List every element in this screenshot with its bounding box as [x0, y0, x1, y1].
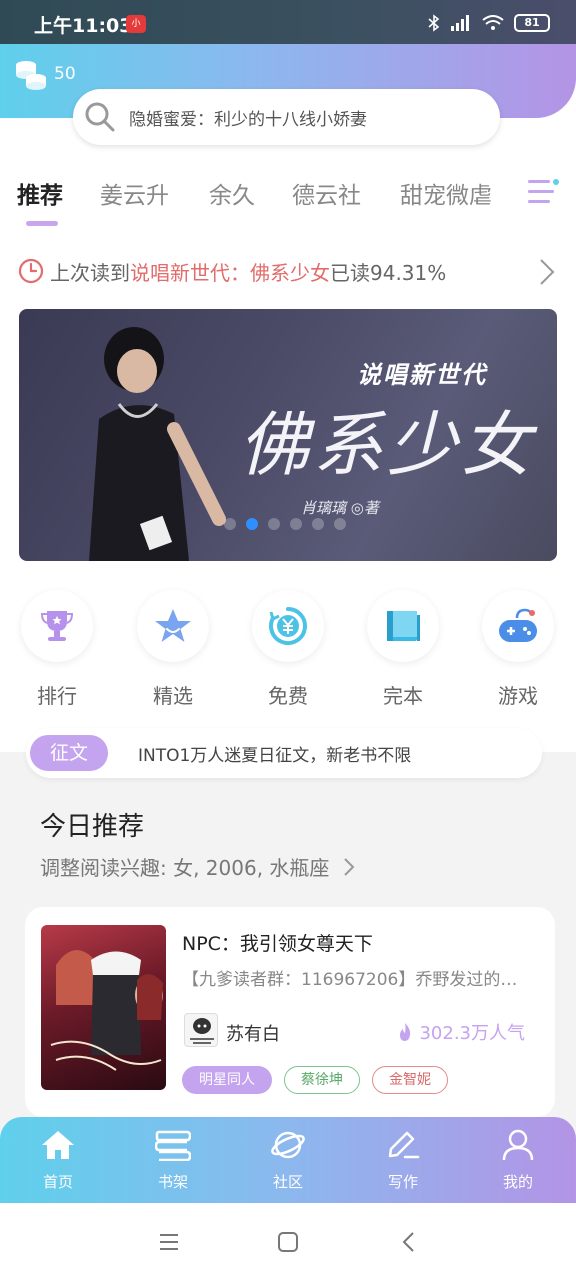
banner-figure-image	[89, 327, 226, 561]
clock-icon	[18, 258, 44, 284]
coins-icon	[16, 61, 46, 90]
quick-completed[interactable]: 完本	[363, 590, 443, 709]
carousel-dot[interactable]	[268, 518, 280, 530]
status-bar: 上午11:03 小 81	[0, 0, 576, 44]
active-tab-indicator	[26, 221, 58, 226]
nav-home[interactable]: 首页	[23, 1129, 93, 1192]
quick-label: 完本	[383, 684, 423, 708]
nav-label: 书架	[157, 1173, 188, 1191]
status-time: 上午11:03	[34, 15, 133, 37]
nav-label: 首页	[42, 1173, 73, 1191]
popularity-value: 302.3万人气	[419, 1023, 525, 1044]
last-read-book: 说唱新世代：佛系少女	[130, 260, 330, 285]
coin-count: 50	[54, 64, 76, 84]
notification-app-icon: 小	[126, 15, 146, 33]
promo-banner[interactable]: 说唱新世代 佛系少女 肖璃璃 ◎著	[19, 309, 557, 561]
bottom-navigation: 首页 书架 社区 写作 我的	[0, 1117, 576, 1203]
nav-writing[interactable]: 写作	[368, 1129, 438, 1192]
tab-tianchong[interactable]: 甜宠微虐	[400, 176, 492, 210]
book-title: NPC：我引领女尊天下	[182, 933, 373, 955]
reading-interest-link[interactable]: 调整阅读兴趣: 女, 2006, 水瓶座	[40, 852, 356, 881]
tab-yujiu[interactable]: 余久	[209, 176, 255, 210]
tag-chip[interactable]: 蔡徐坤	[284, 1066, 360, 1094]
cover-art	[50, 950, 163, 1071]
search-bar[interactable]: 隐婚蜜爱：利少的十八线小娇妻	[73, 89, 500, 145]
battery-icon: 81	[514, 14, 550, 32]
user-icon	[502, 1129, 534, 1161]
carousel-indicator	[224, 518, 346, 530]
author-avatar	[184, 1013, 218, 1047]
last-read-bar[interactable]: 上次读到 说唱新世代：佛系少女 已读94.31%	[18, 256, 558, 286]
nav-label: 写作	[387, 1173, 418, 1191]
bookshelf-icon	[154, 1130, 192, 1162]
book-description: 【九爹读者群：116967206】乔野发过的消息	[182, 970, 534, 990]
book-icon	[387, 611, 420, 641]
nav-bookshelf[interactable]: 书架	[138, 1129, 208, 1192]
gamepad-icon	[499, 608, 537, 642]
menu-icon[interactable]	[158, 1233, 180, 1251]
home-icon	[42, 1131, 74, 1159]
quick-ranking[interactable]: 排行	[17, 590, 97, 709]
search-icon	[85, 102, 115, 132]
banner-subtitle: 说唱新世代	[357, 361, 487, 389]
reading-interest-text: 调整阅读兴趣: 女, 2006, 水瓶座	[40, 856, 330, 880]
notice-text: INTO1万人迷夏日征文，新老书不限	[138, 745, 412, 766]
signal-icon	[451, 15, 469, 31]
popularity-count: 302.3万人气	[397, 1019, 525, 1045]
pen-icon	[388, 1131, 420, 1159]
tag-chip[interactable]: 明星同人	[182, 1066, 272, 1094]
banner-title: 佛系少女	[239, 404, 535, 486]
book-card[interactable]: NPC：我引领女尊天下 【九爹读者群：116967206】乔野发过的消息 苏有白…	[25, 907, 555, 1117]
chevron-right-icon[interactable]	[538, 258, 556, 286]
chevron-right-icon	[344, 858, 355, 876]
nav-label: 我的	[502, 1173, 533, 1191]
tab-deyunshe[interactable]: 德云社	[292, 176, 361, 210]
notice-badge: 征文	[30, 735, 108, 771]
quick-entries: 排行 精选 免费 完本 游戏	[0, 590, 576, 720]
quick-featured[interactable]: 精选	[133, 590, 213, 709]
carousel-dot[interactable]	[312, 518, 324, 530]
nav-profile[interactable]: 我的	[483, 1129, 553, 1192]
quick-games[interactable]: 游戏	[478, 590, 558, 709]
category-tabs: 推荐 姜云升 余久 德云社 甜宠微虐	[0, 172, 576, 226]
book-cover-image	[41, 925, 166, 1090]
quick-label: 免费	[268, 684, 308, 708]
carousel-dot[interactable]	[224, 518, 236, 530]
category-menu-icon[interactable]	[526, 178, 562, 208]
nav-label: 社区	[272, 1173, 303, 1191]
nav-community[interactable]: 社区	[253, 1129, 323, 1192]
coin-balance[interactable]: 50	[14, 58, 76, 90]
quick-label: 排行	[37, 684, 77, 708]
carousel-dot[interactable]	[334, 518, 346, 530]
banner-author: 肖璃璃 ◎著	[301, 499, 379, 517]
back-icon[interactable]	[400, 1231, 416, 1253]
star-icon	[155, 609, 191, 642]
last-read-progress: 已读94.31%	[330, 260, 447, 285]
book-tags: 明星同人 蔡徐坤 金智妮	[182, 1066, 448, 1094]
author-name: 苏有白	[226, 1024, 280, 1045]
quick-free[interactable]: 免费	[248, 590, 328, 709]
today-recommend-title: 今日推荐	[40, 812, 145, 842]
planet-icon	[271, 1131, 305, 1159]
home-button-icon[interactable]	[277, 1231, 299, 1253]
notice-bar[interactable]: 征文 INTO1万人迷夏日征文，新老书不限	[26, 728, 542, 778]
bluetooth-icon	[428, 14, 440, 32]
yuan-icon	[269, 607, 307, 645]
tab-recommend[interactable]: 推荐	[17, 176, 63, 210]
quick-label: 精选	[153, 684, 193, 708]
carousel-dot-active[interactable]	[246, 518, 258, 530]
trophy-icon	[41, 611, 73, 641]
status-icons: 81	[428, 14, 550, 32]
flame-icon	[400, 1023, 411, 1041]
tag-chip[interactable]: 金智妮	[372, 1066, 448, 1094]
carousel-dot[interactable]	[290, 518, 302, 530]
wifi-icon	[482, 15, 504, 30]
search-placeholder: 隐婚蜜爱：利少的十八线小娇妻	[129, 109, 367, 130]
last-read-prefix: 上次读到	[50, 260, 130, 285]
system-navigation	[0, 1203, 576, 1280]
tab-jiangyunsheng[interactable]: 姜云升	[100, 176, 169, 210]
quick-label: 游戏	[498, 684, 538, 708]
